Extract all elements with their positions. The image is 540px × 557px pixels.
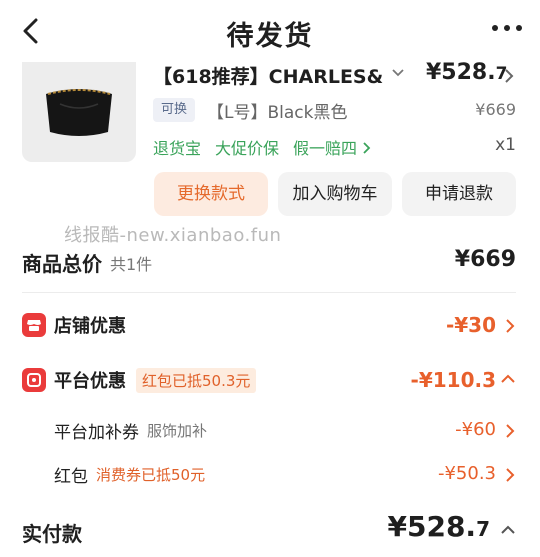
divider	[22, 292, 516, 293]
service-tag: 退货宝	[153, 139, 202, 158]
chevron-right-icon[interactable]	[504, 318, 516, 334]
subsidy-note: 服饰加补	[147, 422, 208, 440]
goods-total-row: 商品总价 共1件	[22, 248, 516, 277]
header-bar: 待发货	[0, 0, 540, 62]
redpack-label: 红包	[54, 467, 88, 487]
subsidy-row[interactable]: 平台加补券 服饰加补	[54, 418, 516, 443]
chevron-right-icon[interactable]	[504, 423, 516, 439]
chevron-up-icon[interactable]	[500, 524, 516, 536]
redpack-note: 消费券已抵50元	[96, 466, 206, 484]
store-discount-label: 店铺优惠	[54, 316, 126, 337]
product-name[interactable]: 【618推荐】CHARLES&	[153, 62, 413, 89]
goods-total-value: ¥669	[454, 247, 516, 272]
swap-style-button[interactable]: 更换款式	[154, 172, 268, 216]
goods-total-label: 商品总价	[22, 252, 102, 276]
bag-icon	[46, 89, 112, 136]
goods-count: 共1件	[110, 254, 153, 274]
quantity: x1	[495, 135, 516, 155]
subsidy-label: 平台加补券	[54, 423, 139, 443]
chevron-right-icon[interactable]	[503, 68, 515, 84]
chevron-down-icon[interactable]	[391, 66, 405, 80]
service-tags[interactable]: 退货宝 大促价保 假一赔四	[153, 135, 372, 159]
platform-discount-label: 平台优惠	[54, 371, 126, 392]
page-title: 待发货	[226, 21, 314, 52]
more-dots-icon[interactable]	[492, 25, 522, 31]
product-image[interactable]	[22, 62, 136, 162]
service-tag: 假一赔四	[293, 135, 372, 159]
redpack-value: -¥50.3	[437, 463, 496, 484]
product-spec: 【L号】Black黑色	[207, 103, 348, 123]
chevron-up-icon[interactable]	[500, 373, 516, 385]
chevron-right-icon	[363, 142, 371, 154]
add-to-cart-button[interactable]: 加入购物车	[278, 172, 392, 216]
redpack-tag: 红包已抵50.3元	[136, 367, 257, 393]
watermark-text: 线报酷-new.xianbao.fun	[64, 225, 282, 246]
original-price: ¥669	[475, 100, 516, 119]
chevron-right-icon[interactable]	[504, 467, 516, 483]
store-icon	[22, 313, 46, 337]
replace-tag: 可换	[153, 98, 195, 122]
platform-discount-value: -¥110.3	[410, 368, 496, 392]
service-tag: 大促价保	[215, 139, 280, 158]
paid-label: 实付款	[22, 522, 82, 546]
paid-value: ¥528.7	[387, 510, 491, 543]
platform-icon	[22, 368, 46, 392]
refund-button[interactable]: 申请退款	[402, 172, 516, 216]
product-price: ¥528.7	[426, 60, 508, 85]
store-discount-value: -¥30	[445, 313, 496, 337]
subsidy-value: -¥60	[455, 419, 496, 440]
store-discount-row[interactable]: 店铺优惠	[22, 312, 516, 338]
